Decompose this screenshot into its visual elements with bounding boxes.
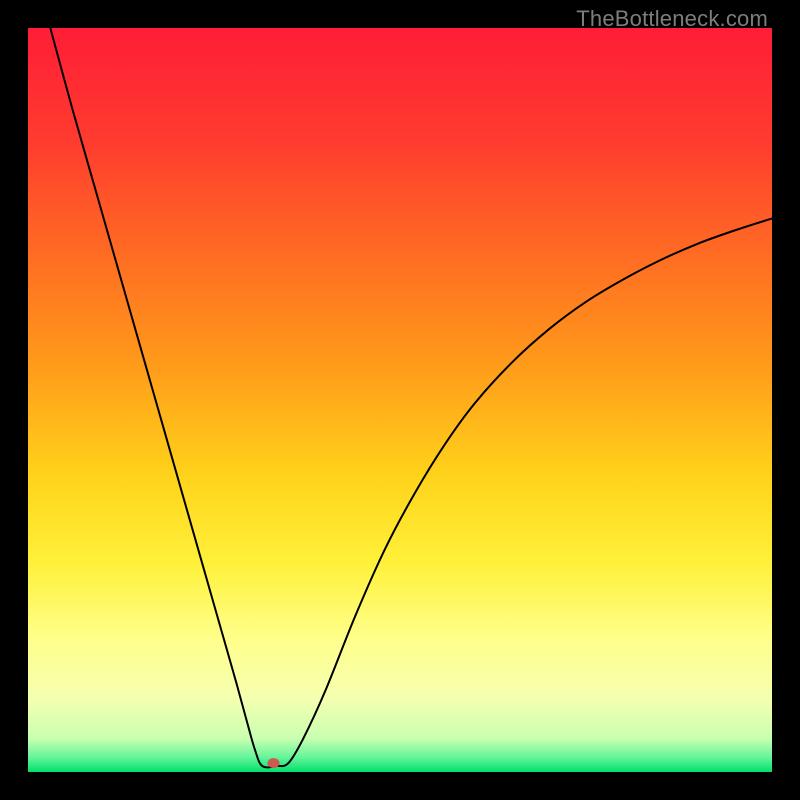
watermark-text: TheBottleneck.com bbox=[576, 6, 768, 32]
minimum-marker bbox=[268, 758, 280, 768]
gradient-background bbox=[28, 28, 772, 772]
chart-frame bbox=[28, 28, 772, 772]
bottleneck-plot bbox=[28, 28, 772, 772]
